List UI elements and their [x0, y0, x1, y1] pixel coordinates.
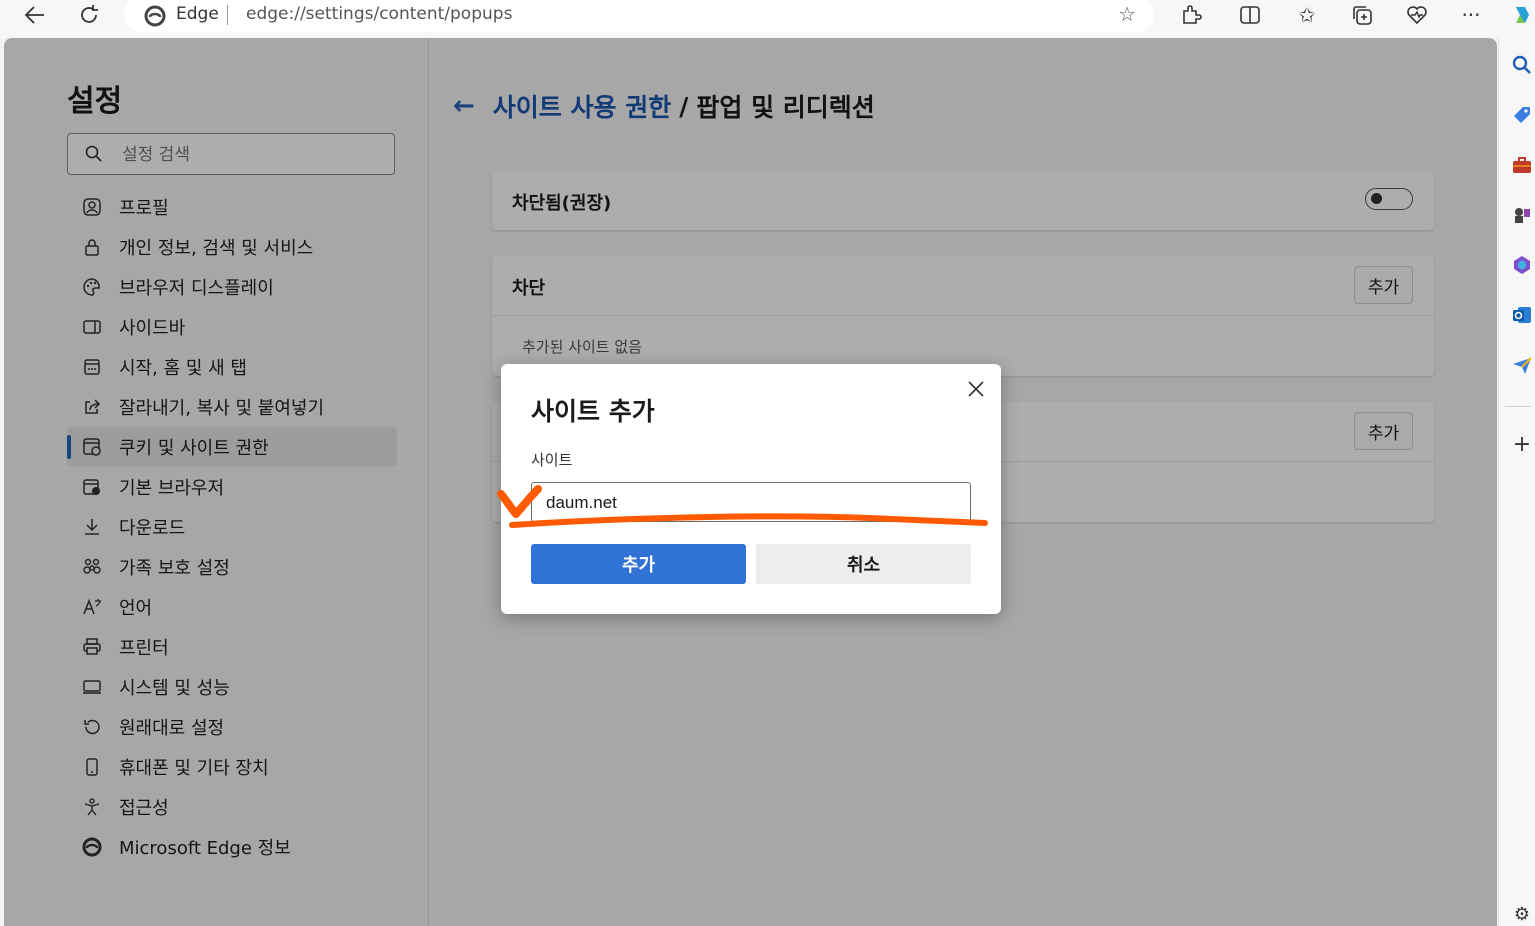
refresh-icon[interactable]: [72, 0, 106, 30]
favorites-icon[interactable]: ✩: [1290, 0, 1324, 30]
shopping-icon[interactable]: [1511, 104, 1533, 126]
settings-icon[interactable]: ⚙: [1511, 904, 1533, 926]
site-input[interactable]: [544, 489, 958, 517]
add-confirm-button[interactable]: 추가: [531, 544, 746, 584]
favorite-star-icon[interactable]: ☆: [1118, 2, 1136, 26]
extensions-icon[interactable]: [1174, 0, 1208, 30]
close-icon[interactable]: [961, 374, 991, 404]
games-icon[interactable]: [1511, 204, 1533, 226]
rail-divider: [1505, 406, 1531, 407]
add-icon[interactable]: +: [1511, 434, 1533, 456]
outlook-icon[interactable]: [1511, 304, 1533, 326]
site-field-label: 사이트: [531, 451, 573, 469]
cancel-button[interactable]: 취소: [756, 544, 971, 584]
browser-brand: Edge: [176, 4, 219, 24]
drop-icon[interactable]: [1511, 354, 1533, 376]
collections-icon[interactable]: [1345, 0, 1379, 30]
search-icon[interactable]: [1511, 54, 1533, 76]
microsoft365-icon[interactable]: [1511, 254, 1533, 276]
address-separator: [227, 5, 228, 25]
url-text[interactable]: edge://settings/content/popups: [246, 4, 512, 24]
browser-toolbar: Edge edge://settings/content/popups ☆ ✩ …: [0, 0, 1535, 38]
back-icon[interactable]: [18, 0, 52, 30]
tools-icon[interactable]: [1511, 154, 1533, 176]
browser-essentials-icon[interactable]: [1400, 0, 1434, 30]
site-input-box[interactable]: [531, 482, 971, 522]
add-site-dialog: 사이트 추가 사이트 추가 취소: [501, 364, 1001, 614]
split-screen-icon[interactable]: [1233, 0, 1267, 30]
dialog-title: 사이트 추가: [531, 397, 655, 426]
address-bar[interactable]: Edge edge://settings/content/popups ☆: [124, 0, 1154, 32]
right-sidebar-rail: + ⚙: [1498, 38, 1535, 926]
more-icon[interactable]: ···: [1454, 0, 1488, 30]
edge-logo-icon: [144, 5, 166, 27]
copilot-icon[interactable]: [1505, 0, 1535, 30]
